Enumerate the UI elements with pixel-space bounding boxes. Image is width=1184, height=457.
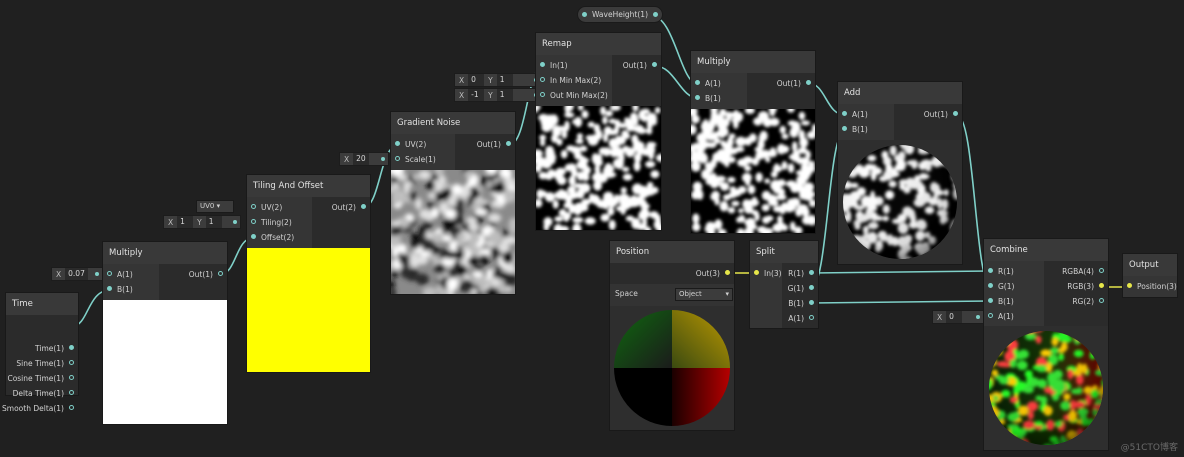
preview-multiply-2 [691, 109, 815, 233]
out-min-value: -1 [468, 89, 485, 101]
node-output[interactable]: Output Position(3) [1123, 254, 1177, 297]
node-title: Multiply [691, 51, 815, 73]
preview-add-sphere [838, 140, 962, 264]
node-title: Gradient Noise [391, 112, 515, 134]
node-tiling-and-offset[interactable]: Tiling And Offset UV(2) Tiling(2) Offset… [247, 175, 370, 372]
node-add[interactable]: Add A(1) B(1) Out(1) [838, 82, 962, 264]
node-title: Position [610, 241, 734, 263]
node-title: Time [6, 293, 78, 315]
multiply-a-value: 0.07 [65, 268, 88, 280]
space-label: Space [615, 289, 638, 298]
node-title: Output [1123, 254, 1177, 276]
tiling-field[interactable]: X1Y1 [164, 216, 240, 228]
in-min-value: 0 [468, 74, 485, 86]
wire-split-r-to-combine [810, 270, 991, 274]
wave-height-property[interactable]: WaveHeight(1) [578, 7, 663, 22]
node-title: Remap [536, 33, 661, 55]
node-title: Add [838, 82, 962, 104]
uv-channel-dropdown[interactable]: UV0 ▾ [197, 201, 233, 212]
out-min-max-field[interactable]: X -1 Y 1 [455, 89, 541, 101]
multiply-a-field[interactable]: X 0.07 [52, 268, 102, 280]
preview-combine-sphere [984, 326, 1108, 450]
watermark: @51CTO博客 [1120, 443, 1178, 453]
node-gradient-noise[interactable]: Gradient Noise UV(2) Scale(1) Out(1) [391, 112, 515, 294]
wave-height-label: WaveHeight(1) [592, 10, 649, 19]
node-title: Combine [984, 239, 1108, 261]
node-split[interactable]: Split In(3) R(1) G(1) B(1) A(1) [750, 241, 818, 328]
node-multiply[interactable]: Multiply A(1) B(1) Out(1) [103, 242, 227, 424]
node-time[interactable]: Time Time(1) Sine Time(1) Cosine Time(1)… [2, 293, 78, 413]
node-title: Split [750, 241, 818, 263]
tiling-x-value: 1 [177, 216, 194, 228]
in-min-max-field[interactable]: X0Y1 [455, 74, 541, 86]
node-title: Multiply [103, 242, 227, 264]
node-combine[interactable]: Combine R(1) G(1) B(1) A(1) RGBA(4) RGB(… [984, 239, 1108, 450]
out-max-value: 1 [496, 89, 513, 101]
node-remap[interactable]: Remap In(1) In Min Max(2) Out Min Max(2)… [536, 33, 661, 230]
wire-split-b-to-combine [810, 300, 991, 304]
node-position[interactable]: Position Out(3) Space Object ▾ [610, 241, 734, 430]
in-max-value: 1 [496, 74, 513, 86]
preview-tiling [247, 248, 370, 372]
scale-value: 20 [353, 153, 370, 165]
preview-gradient-noise [391, 170, 515, 294]
tiling-y-value: 1 [205, 216, 222, 228]
scale-field[interactable]: X 20 [340, 153, 388, 165]
preview-remap [536, 106, 661, 230]
node-multiply-2[interactable]: Multiply A(1) B(1) Out(1) [691, 51, 815, 233]
preview-multiply [103, 300, 227, 424]
space-dropdown[interactable]: Object ▾ [676, 289, 732, 300]
node-title: Tiling And Offset [247, 175, 370, 197]
combine-a-value: 0 [946, 311, 963, 323]
combine-a-field[interactable]: X0 [933, 311, 983, 323]
preview-position-sphere [610, 306, 734, 430]
